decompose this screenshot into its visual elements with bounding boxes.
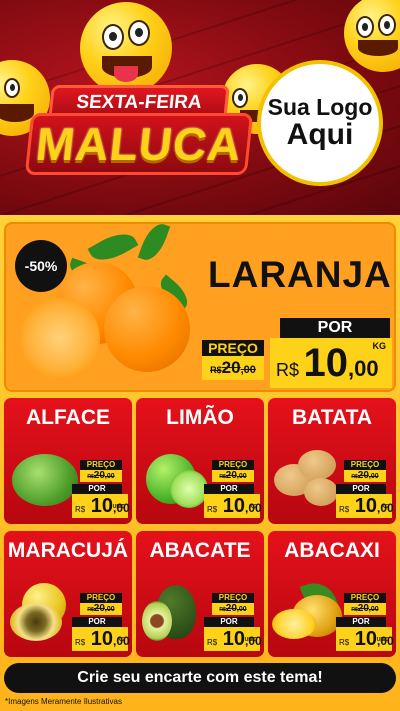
product-card[interactable]: ABACAXI PREÇO R$20,00 POR R$ 10,00 UNID [268, 531, 396, 657]
old-price: R$20,00 [344, 470, 386, 482]
potato-image [304, 478, 338, 506]
preco-label: PREÇO [202, 340, 264, 356]
new-price: R$ 10,00 UNID [204, 627, 262, 651]
discount-badge: -50% [15, 240, 67, 292]
old-price: R$20,00 [212, 470, 254, 482]
product-card[interactable]: MARACUJÁ PREÇO R$20,00 POR R$ 10,00 KG [4, 531, 132, 657]
por-label: POR [204, 484, 254, 494]
title-main: MALUCA [24, 113, 254, 175]
product-name: LIMÃO [166, 406, 234, 429]
old-price: R$20,00 [344, 603, 386, 615]
hero-product-card[interactable]: -50% LARANJA PREÇO R$20,00 POR R$ 10,00 … [4, 222, 396, 392]
product-card[interactable]: LIMÃO PREÇO R$20,00 POR R$ 10,00 KG [136, 398, 264, 524]
old-price: R$20,00 [202, 356, 264, 380]
cta-banner[interactable]: Crie seu encarte com este tema! [4, 663, 396, 693]
old-price: R$20,00 [80, 470, 122, 482]
product-name: BATATA [291, 406, 373, 429]
product-name: ABACAXI [284, 539, 380, 562]
product-name: MARACUJÁ [7, 539, 129, 562]
new-price: R$ 10,00 UNID [72, 494, 130, 518]
por-label: POR [204, 617, 254, 627]
product-name: ALFACE [26, 406, 110, 429]
smiley-emoji-icon [80, 2, 172, 94]
orange-half-image [20, 298, 100, 378]
por-label: POR [336, 484, 386, 494]
hero-product-name: LARANJA [208, 254, 392, 295]
lime-slice-image [170, 470, 208, 508]
por-label: POR [72, 617, 122, 627]
por-label: POR [72, 484, 122, 494]
old-price: R$20,00 [80, 603, 122, 615]
product-card[interactable]: BATATA PREÇO R$20,00 POR R$ 10,00 KG [268, 398, 396, 524]
por-label: POR [336, 617, 386, 627]
logo-line-2: Aqui [286, 118, 354, 152]
header-banner: SEXTA-FEIRA MALUCA Sua Logo Aqui [0, 0, 400, 215]
pineapple-slice-image [272, 609, 316, 639]
orange-image [104, 286, 190, 372]
preco-label: PREÇO [80, 460, 122, 470]
por-label: POR [280, 318, 390, 338]
new-price: R$ 10,00 UNID [336, 627, 394, 651]
old-price: R$20,00 [212, 603, 254, 615]
product-name: ABACATE [149, 539, 251, 562]
title-banner: SEXTA-FEIRA MALUCA [24, 85, 254, 185]
preco-label: PREÇO [212, 593, 254, 603]
passion-fruit-half-image [10, 603, 62, 641]
product-card[interactable]: ALFACE PREÇO R$20,00 POR R$ 10,00 UNID [4, 398, 132, 524]
main-area: -50% LARANJA PREÇO R$20,00 POR R$ 10,00 … [0, 215, 400, 711]
logo-line-1: Sua Logo [267, 94, 373, 121]
product-card[interactable]: ABACATE PREÇO R$20,00 POR R$ 10,00 UNID [136, 531, 264, 657]
new-price: R$ 10,00 KG [336, 494, 394, 518]
preco-label: PREÇO [212, 460, 254, 470]
new-price: R$ 10,00 KG [270, 338, 392, 388]
preco-label: PREÇO [80, 593, 122, 603]
preco-label: PREÇO [344, 460, 386, 470]
footnote: *Imagens Meramente Ilustrativas [5, 697, 122, 706]
new-price: R$ 10,00 KG [72, 627, 130, 651]
avocado-half-image [142, 601, 172, 641]
lettuce-image [12, 454, 78, 506]
potato-image [298, 450, 336, 480]
logo-placeholder[interactable]: Sua Logo Aqui [257, 60, 383, 186]
preco-label: PREÇO [344, 593, 386, 603]
new-price: R$ 10,00 KG [204, 494, 262, 518]
